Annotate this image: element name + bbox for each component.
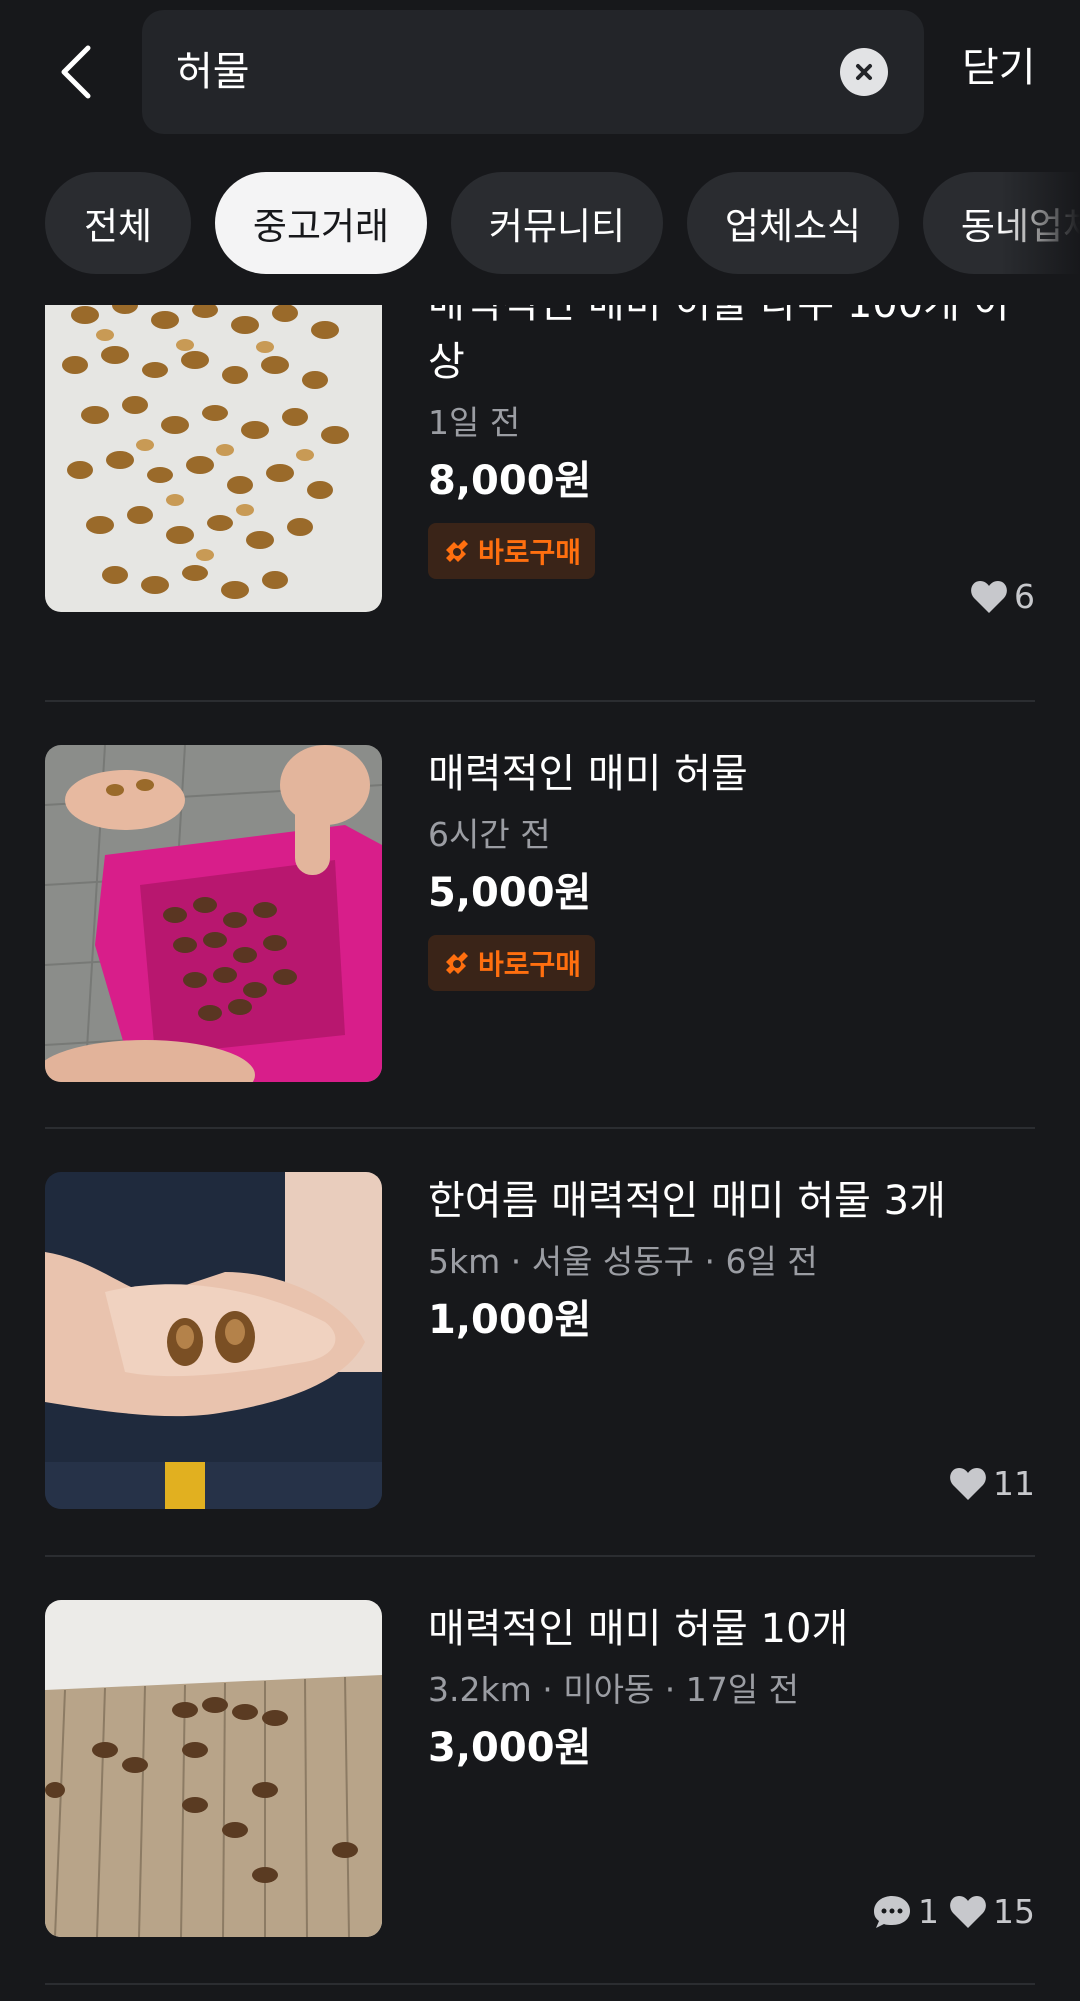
tab-all[interactable]: 전체 [45,172,191,274]
divider [45,1983,1035,1985]
listing-meta: 1일 전 [428,403,521,442]
listing-title: 매력적인 매미 허물 10개 [428,1606,849,1652]
listing-item[interactable]: 매력적인 매미 허물 6시간 전 5,000원 바로구매 [45,745,1035,1082]
like-count: 11 [949,1464,1035,1503]
listing-price: 1,000원 [428,1297,592,1343]
direct-buy-icon [446,540,468,562]
search-query[interactable]: 허물 [176,48,250,96]
search-input[interactable]: 허물 [142,10,924,134]
tab-business-news[interactable]: 업체소식 [687,172,899,274]
listing-price: 3,000원 [428,1725,592,1771]
listing-item[interactable]: 한여름 매력적인 매미 허물 3개 5km · 서울 성동구 · 6일 전 1,… [45,1172,1035,1509]
listing-thumbnail[interactable] [45,745,382,1082]
direct-buy-badge: 바로구매 [428,523,596,579]
tab-community[interactable]: 커뮤니티 [451,172,663,274]
direct-buy-label: 바로구매 [478,536,582,569]
heart-icon [950,1467,986,1500]
listing-price: 5,000원 [428,870,592,916]
like-count: 15 [949,1892,1035,1931]
chips-fade-overlay [1000,160,1080,290]
chat-bubble-icon [874,1895,910,1928]
direct-buy-icon [446,952,468,974]
listing-item[interactable]: 매력적인 매미 허물 다수 100개 이상 1일 전 8,000원 바로구매 6 [45,305,1035,675]
clear-search-button[interactable] [840,48,888,96]
listing-stats: 1 15 [872,1892,1035,1931]
clear-icon [856,64,872,80]
heart-icon [950,1895,986,1928]
listing-stats: 11 [949,1464,1035,1503]
filter-tabs: 전체 중고거래 커뮤니티 업체소식 동네업체 [45,172,1080,274]
back-button[interactable] [44,36,108,108]
listing-title: 한여름 매력적인 매미 허물 3개 [428,1178,946,1224]
listing-price: 8,000원 [428,458,592,504]
listing-thumbnail[interactable] [45,1172,382,1509]
back-arrow-icon [61,45,91,99]
direct-buy-badge: 바로구매 [428,935,596,991]
listing-info: 매력적인 매미 허물 10개 3.2km · 미아동 · 17일 전 3,000… [428,1600,1038,1776]
listing-meta: 5km · 서울 성동구 · 6일 전 [428,1242,818,1281]
divider [45,1127,1035,1129]
listing-meta: 3.2km · 미아동 · 17일 전 [428,1670,799,1709]
search-results-screen: 허물 닫기 전체 중고거래 커뮤니티 업체소식 동네업체 [0,0,1080,2001]
direct-buy-label: 바로구매 [478,948,582,981]
divider [45,1555,1035,1557]
listing-title: 매력적인 매미 허물 다수 100개 이상 [428,305,1010,385]
search-header: 허물 닫기 [0,0,1080,150]
listing-item[interactable]: 매력적인 매미 허물 10개 3.2km · 미아동 · 17일 전 3,000… [45,1600,1035,1937]
listing-title: 매력적인 매미 허물 [428,751,748,797]
listing-info: 매력적인 매미 허물 다수 100개 이상 1일 전 8,000원 바로구매 [428,305,1038,579]
listing-info: 한여름 매력적인 매미 허물 3개 5km · 서울 성동구 · 6일 전 1,… [428,1172,1038,1348]
listing-thumbnail[interactable] [45,305,382,612]
listing-info: 매력적인 매미 허물 6시간 전 5,000원 바로구매 [428,745,1038,991]
listing-meta: 6시간 전 [428,815,551,854]
listing-stats: 6 [970,577,1035,616]
divider [45,700,1035,702]
comment-count: 1 [872,1892,939,1931]
like-count: 6 [970,577,1035,616]
close-button[interactable]: 닫기 [962,40,1036,96]
tab-used-trade[interactable]: 중고거래 [215,172,427,274]
listing-thumbnail[interactable] [45,1600,382,1937]
listing-list[interactable]: 매력적인 매미 허물 다수 100개 이상 1일 전 8,000원 바로구매 6 [0,305,1080,2001]
heart-icon [971,580,1007,613]
